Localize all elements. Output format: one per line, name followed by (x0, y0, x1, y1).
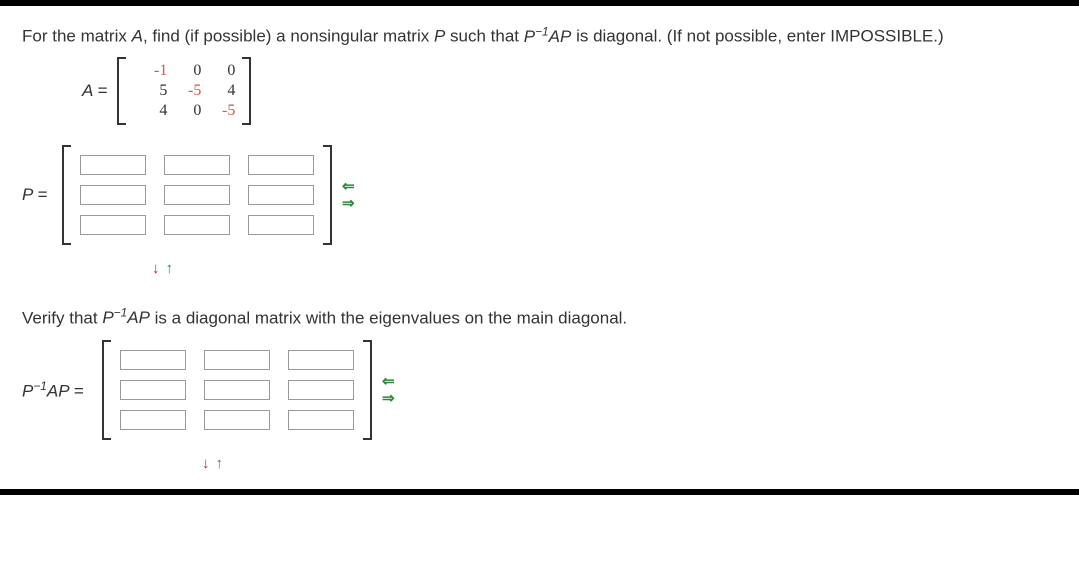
d-input-12[interactable] (204, 350, 270, 370)
p-input-12[interactable] (164, 155, 230, 175)
d-input-22[interactable] (204, 380, 270, 400)
arrow-left-icon[interactable]: ⇐ (382, 374, 395, 389)
arrow-up-icon[interactable]: ↑ (166, 261, 174, 276)
row-resize-arrows-PAP: ↓ ↑ (202, 456, 223, 471)
verify-text-1: Verify that (22, 308, 102, 327)
prompt-text-4: is diagonal. (If not possible, enter IMP… (571, 27, 943, 46)
PAP-matrix-bracket (102, 340, 372, 440)
PAP-label: P−1AP = (22, 379, 84, 402)
bracket-right-icon (241, 57, 251, 125)
a12: 0 (167, 61, 201, 81)
a31: 4 (133, 101, 167, 121)
col-resize-arrows: ⇐ ⇒ (342, 179, 355, 211)
arrow-up-icon[interactable]: ↑ (216, 456, 224, 471)
a11: -1 (133, 61, 167, 81)
verify-expr: P−1AP (102, 308, 150, 327)
arrow-left-icon[interactable]: ⇐ (342, 179, 355, 194)
content-area: For the matrix A, find (if possible) a n… (0, 6, 1079, 489)
d-input-33[interactable] (288, 410, 354, 430)
question-prompt: For the matrix A, find (if possible) a n… (22, 24, 1057, 47)
table-row (120, 350, 354, 370)
matrix-A-display: A = -1 0 0 5 -5 4 4 0 -5 (82, 57, 1057, 125)
expr-pap: P−1AP (524, 27, 572, 46)
bracket-right-icon (362, 340, 372, 440)
verify-prompt: Verify that P−1AP is a diagonal matrix w… (22, 306, 1057, 329)
P-input-section: P = (22, 145, 355, 245)
bracket-left-icon (102, 340, 112, 440)
bracket-right-icon (322, 145, 332, 245)
d-input-23[interactable] (288, 380, 354, 400)
verify-text-2: is a diagonal matrix with the eigenvalue… (150, 308, 627, 327)
a23: 4 (201, 81, 235, 101)
a22: -5 (167, 81, 201, 101)
table-row (80, 215, 314, 235)
col-resize-arrows-2: ⇐ ⇒ (382, 374, 395, 406)
matrix-A-label: A = (82, 81, 107, 101)
PAP-matrix-body (112, 340, 362, 440)
arrow-right-icon[interactable]: ⇒ (382, 391, 395, 406)
p-input-31[interactable] (80, 215, 146, 235)
var-A: A (132, 27, 143, 46)
P-label: P = (22, 185, 47, 205)
p-input-23[interactable] (248, 185, 314, 205)
p-input-21[interactable] (80, 185, 146, 205)
a32: 0 (167, 101, 201, 121)
table-row (120, 380, 354, 400)
table-row (80, 185, 314, 205)
table-row (120, 410, 354, 430)
bracket-left-icon (62, 145, 72, 245)
matrix-A-body: -1 0 0 5 -5 4 4 0 -5 (127, 57, 241, 125)
arrow-down-icon[interactable]: ↓ (152, 261, 160, 276)
arrow-right-icon[interactable]: ⇒ (342, 196, 355, 211)
a13: 0 (201, 61, 235, 81)
a21: 5 (133, 81, 167, 101)
P-matrix-bracket (62, 145, 332, 245)
row-resize-arrows-P: ↓ ↑ (152, 261, 173, 276)
arrow-down-icon[interactable]: ↓ (202, 456, 210, 471)
d-input-13[interactable] (288, 350, 354, 370)
matrix-A-bracket: -1 0 0 5 -5 4 4 0 -5 (117, 57, 251, 125)
d-input-11[interactable] (120, 350, 186, 370)
p-input-11[interactable] (80, 155, 146, 175)
d-input-31[interactable] (120, 410, 186, 430)
a33: -5 (201, 101, 235, 121)
PAP-input-section: P−1AP = (22, 340, 395, 440)
prompt-text-2: , find (if possible) a nonsingular matri… (143, 27, 434, 46)
d-input-32[interactable] (204, 410, 270, 430)
p-input-32[interactable] (164, 215, 230, 235)
var-P: P (434, 27, 445, 46)
prompt-text-1: For the matrix (22, 27, 132, 46)
P-matrix-body (72, 145, 322, 245)
table-row (80, 155, 314, 175)
d-input-21[interactable] (120, 380, 186, 400)
bracket-left-icon (117, 57, 127, 125)
p-input-13[interactable] (248, 155, 314, 175)
prompt-text-3: such that (445, 27, 523, 46)
p-input-33[interactable] (248, 215, 314, 235)
bottom-border (0, 489, 1079, 495)
p-input-22[interactable] (164, 185, 230, 205)
